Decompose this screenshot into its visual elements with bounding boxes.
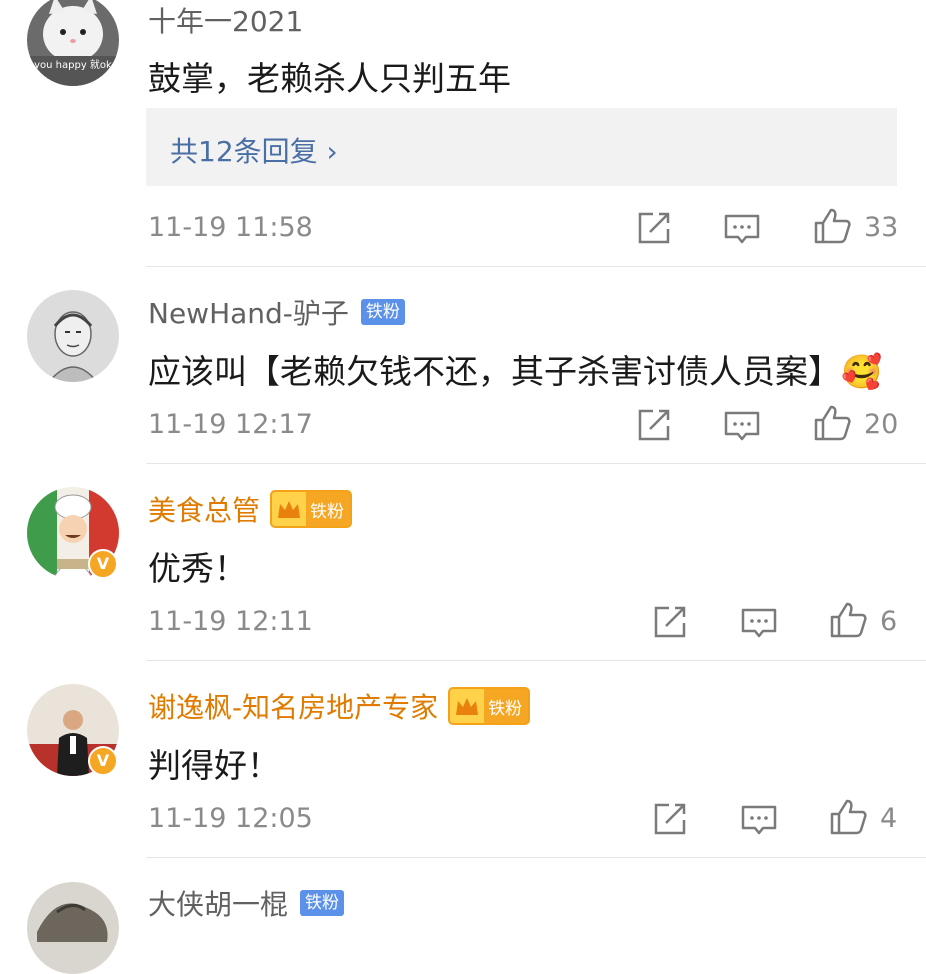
repost-icon[interactable] (634, 208, 674, 248)
avatar-caption: you happy 就ok (34, 60, 112, 71)
sculpture-avatar-image (27, 882, 119, 974)
repost-icon[interactable] (634, 405, 674, 445)
repost-icon[interactable] (650, 799, 690, 839)
fan-badge-label: 铁粉 (310, 501, 345, 522)
repost-icon[interactable] (650, 602, 690, 642)
fan-badge: 铁粉 (300, 890, 345, 916)
like-icon[interactable] (812, 403, 852, 443)
like-count: 6 (880, 606, 898, 637)
verified-badge: V (88, 549, 118, 579)
like-count: 33 (864, 212, 899, 243)
comment-text: 应该叫【老赖欠钱不还，其子杀害讨债人员案】🥰 (148, 352, 883, 391)
replies-box[interactable]: 共12条回复 › (146, 108, 897, 186)
timestamp: 11-19 12:17 (148, 409, 313, 440)
comment-icon[interactable] (739, 799, 779, 839)
like-icon[interactable] (812, 206, 852, 246)
divider (146, 660, 926, 661)
username[interactable]: 谢逸枫-知名房地产专家 (148, 686, 438, 726)
comment-text: 鼓掌，老赖杀人只判五年 (148, 59, 511, 98)
comment-icon[interactable] (722, 405, 762, 445)
username[interactable]: NewHand-驴子 (148, 292, 349, 332)
timestamp: 11-19 11:58 (148, 212, 313, 243)
comment-text: 判得好！ (148, 746, 280, 785)
divider (146, 463, 926, 464)
crown-icon (450, 689, 485, 723)
divider (146, 266, 926, 267)
crown-fan-badge: 铁粉 (270, 490, 353, 528)
username[interactable]: 大侠胡一棍 (148, 883, 288, 923)
fan-badge: 铁粉 (360, 299, 405, 325)
comment-icon[interactable] (739, 602, 779, 642)
comment-text: 优秀！ (148, 549, 247, 588)
timestamp: 11-19 12:11 (148, 606, 313, 637)
like-icon[interactable] (828, 600, 868, 640)
sketch-avatar-image (27, 290, 119, 382)
crown-fan-badge: 铁粉 (448, 687, 531, 725)
like-icon[interactable] (828, 797, 868, 837)
divider (146, 857, 926, 858)
like-count: 4 (880, 803, 898, 834)
fan-badge-label: 铁粉 (488, 698, 523, 719)
avatar[interactable] (27, 290, 119, 382)
timestamp: 11-19 12:05 (148, 803, 313, 834)
avatar[interactable]: you happy 就ok (27, 0, 119, 86)
cat-avatar-image (27, 0, 119, 86)
comment-icon[interactable] (722, 208, 762, 248)
avatar[interactable] (27, 882, 119, 974)
verified-badge: V (88, 746, 118, 776)
view-replies-link[interactable]: 共12条回复 › (170, 130, 338, 170)
crown-icon (272, 492, 307, 526)
username[interactable]: 美食总管 (148, 489, 260, 529)
username[interactable]: 十年一2021 (148, 0, 303, 40)
like-count: 20 (864, 409, 899, 440)
